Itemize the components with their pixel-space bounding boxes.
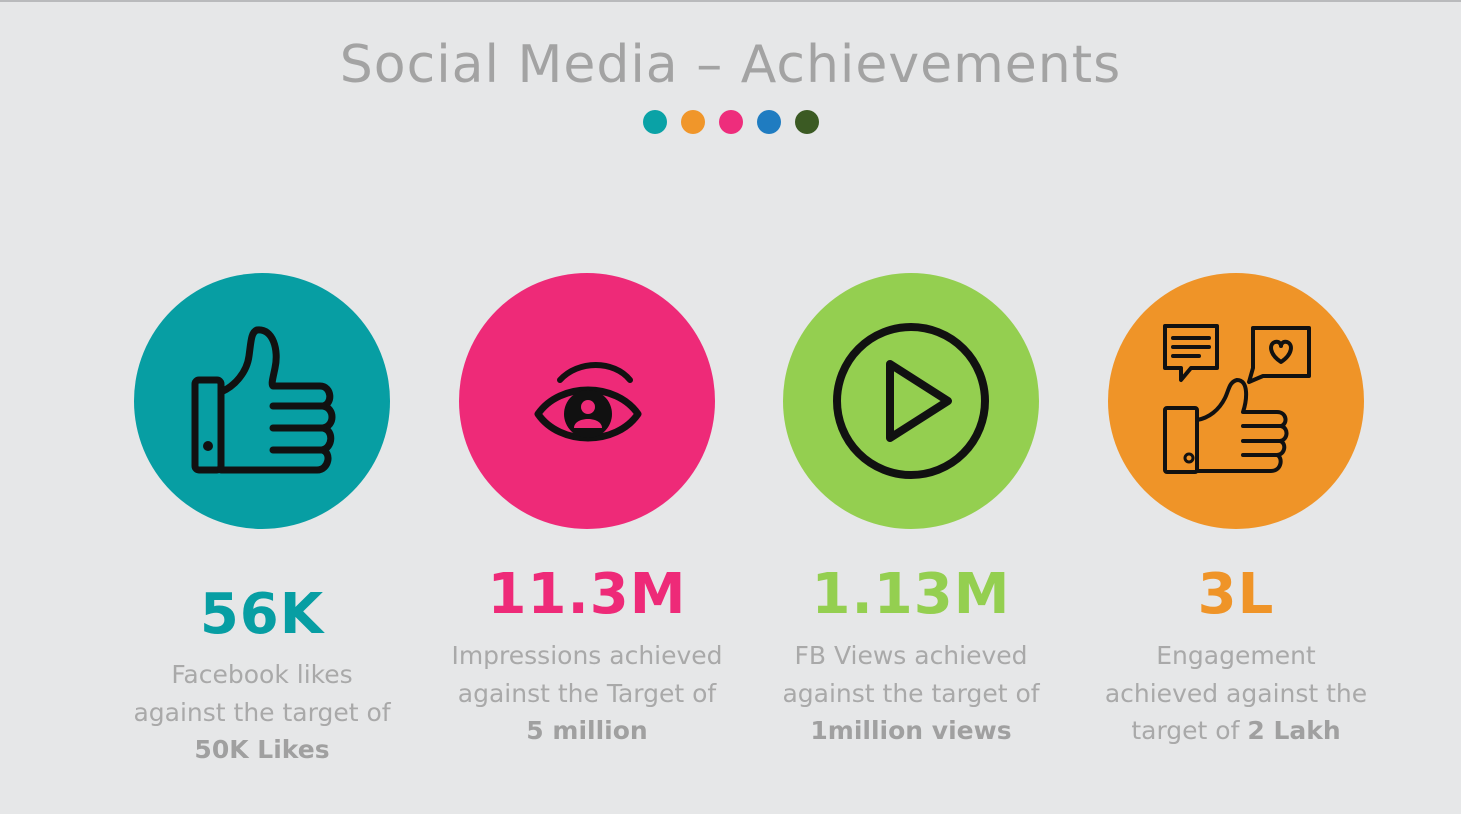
views-circle: [783, 273, 1039, 529]
likes-value: 56K: [199, 582, 325, 647]
likes-desc-line1: Facebook likes: [171, 660, 353, 689]
thumbs-up-icon: [191, 326, 336, 474]
views-desc-line2: against the target of: [782, 678, 1040, 708]
impressions-desc-line1: Impressions achieved: [451, 641, 723, 670]
impressions-description: Impressions achieved against the Target …: [442, 637, 732, 750]
palette-dot-pink: [718, 110, 743, 134]
views-description: FB Views achieved against the target of …: [766, 637, 1056, 750]
likes-description: Facebook likes against the target of 50K…: [117, 656, 407, 769]
palette-dot-green: [794, 110, 819, 134]
page-title: Social Media – Achievements: [339, 35, 1122, 95]
impressions-desc-line3: 5 million: [442, 712, 732, 750]
palette-dot-blue: [756, 110, 781, 134]
palette-dot-teal: [642, 110, 667, 134]
top-rule: [0, 0, 1461, 2]
impressions-circle: [459, 273, 715, 529]
views-desc-line1: FB Views achieved: [794, 641, 1028, 670]
likes-circle: [134, 273, 390, 529]
engagement-desc-line3: target of 2 Lakh: [1091, 712, 1381, 750]
engagement-desc-line1: Engagement: [1156, 641, 1316, 670]
palette-dot-orange: [680, 110, 705, 134]
likes-desc-line2: against the target of: [133, 697, 391, 727]
views-target: 1million views: [810, 716, 1012, 745]
engagement-desc-line2: achieved against the: [1104, 678, 1368, 708]
engagement-description: Engagement achieved against the target o…: [1091, 637, 1381, 750]
card-facebook-likes: 56K Facebook likes against the target of…: [117, 273, 407, 793]
eye-icon: [534, 362, 642, 442]
engagement-circle: [1108, 273, 1364, 529]
engagement-desc-prefix: target of: [1131, 716, 1248, 745]
palette-dots: [0, 110, 1461, 134]
impressions-value: 11.3M: [487, 562, 687, 627]
card-engagement: 3L Engagement achieved against the targe…: [1091, 273, 1381, 793]
views-desc-line3: 1million views: [766, 712, 1056, 750]
engagement-value: 3L: [1197, 562, 1275, 627]
views-value: 1.13M: [811, 562, 1011, 627]
card-impressions: 11.3M Impressions achieved against the T…: [442, 273, 732, 793]
engagement-target: 2 Lakh: [1247, 716, 1341, 745]
engagement-icon: [1163, 324, 1311, 474]
play-icon: [833, 323, 989, 479]
impressions-target: 5 million: [526, 716, 648, 745]
impressions-desc-line2: against the Target of: [457, 678, 717, 708]
card-fb-views: 1.13M FB Views achieved against the targ…: [766, 273, 1056, 793]
likes-desc-line3: 50K Likes: [117, 731, 407, 769]
likes-target: 50K Likes: [194, 735, 330, 764]
